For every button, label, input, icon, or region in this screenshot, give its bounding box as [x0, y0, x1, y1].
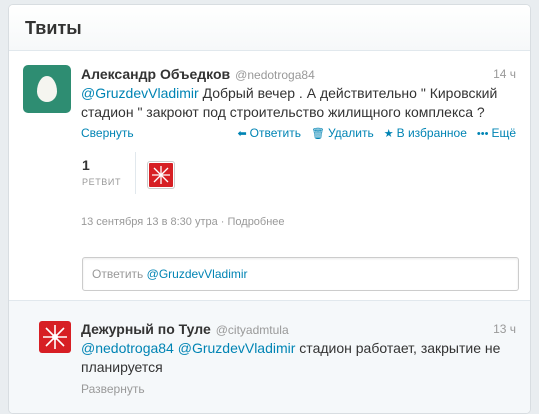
retweeter-avatar[interactable]	[148, 162, 174, 188]
reply-label: Ответить	[249, 126, 301, 140]
author-fullname[interactable]: Дежурный по Туле	[81, 321, 211, 337]
tula-crest-icon	[43, 325, 67, 349]
delete-button[interactable]: 🗑 Удалить	[311, 126, 374, 140]
retweet-label: РЕТВИТ	[82, 177, 122, 187]
star-icon: ★	[383, 128, 394, 140]
avatar[interactable]	[39, 321, 71, 353]
more-label: Ещё	[491, 126, 516, 140]
avatar[interactable]	[23, 65, 71, 113]
retweet-stat[interactable]: 1 РЕТВИТ	[81, 152, 136, 194]
tweet-header: Александр Объедков @nedotroga84 14 ч	[81, 66, 516, 82]
timeline-header: Твиты	[9, 5, 530, 51]
retweet-count: 1	[82, 157, 90, 173]
tula-crest-icon	[152, 166, 170, 184]
reply-prefix: Ответить	[92, 267, 147, 281]
trash-icon: 🗑	[310, 128, 325, 140]
expand-link[interactable]: Развернуть	[81, 382, 145, 396]
action-buttons: ⬅ Ответить 🗑 Удалить ★ В избранное ••• Ещё	[227, 126, 516, 140]
page-title: Твиты	[25, 18, 82, 38]
collapse-link[interactable]: Свернуть	[81, 126, 134, 140]
mention-link[interactable]: @GruzdevVladimir	[178, 340, 296, 356]
egg-avatar-icon	[37, 76, 57, 102]
mention-link[interactable]: @nedotroga84	[81, 340, 174, 356]
favorite-button[interactable]: ★ В избранное	[384, 126, 467, 140]
more-button[interactable]: ••• Ещё	[477, 126, 516, 140]
author-fullname[interactable]: Александр Объедков	[81, 66, 230, 82]
tweet-header: Дежурный по Туле @cityadmtula 13 ч	[81, 321, 516, 337]
author-username[interactable]: @cityadmtula	[216, 323, 289, 337]
tweet-expanded[interactable]: Александр Объедков @nedotroga84 14 ч @Gru…	[9, 51, 530, 250]
reply-mention: @GruzdevVladimir	[146, 267, 248, 281]
more-dots-icon: •••	[476, 128, 489, 140]
timeline-panel: Твиты Александр Объедков @nedotroga84 14 …	[8, 4, 531, 414]
tweet-text: @nedotroga84 @GruzdevVladimir стадион ра…	[81, 339, 511, 377]
tweet-actions: Свернуть ⬅ Ответить 🗑 Удалить ★ В избранное ••…	[81, 126, 516, 142]
reply-arrow-icon: ⬅	[237, 128, 247, 140]
tweet-stats: 1 РЕТВИТ	[81, 152, 521, 194]
reply-input[interactable]: Ответить @GruzdevVladimir	[82, 257, 519, 291]
favorite-label: В избранное	[396, 126, 467, 140]
tweet-text: @GruzdevVladimir Добрый вечер . А действ…	[81, 84, 511, 122]
mention-link[interactable]: @GruzdevVladimir	[81, 85, 199, 101]
delete-label: Удалить	[327, 126, 374, 140]
tweet-time[interactable]: 13 ч	[493, 322, 516, 336]
reply-button[interactable]: ⬅ Ответить	[237, 126, 301, 140]
reply-area: Ответить @GruzdevVladimir	[9, 250, 530, 301]
reply-tweet[interactable]: Дежурный по Туле @cityadmtula 13 ч @nedot…	[9, 301, 530, 413]
author-username[interactable]: @nedotroga84	[235, 68, 315, 82]
tweet-date[interactable]: 13 сентября 13 в 8:30 утра · Подробнее	[81, 216, 285, 228]
tweet-time[interactable]: 14 ч	[493, 67, 516, 81]
